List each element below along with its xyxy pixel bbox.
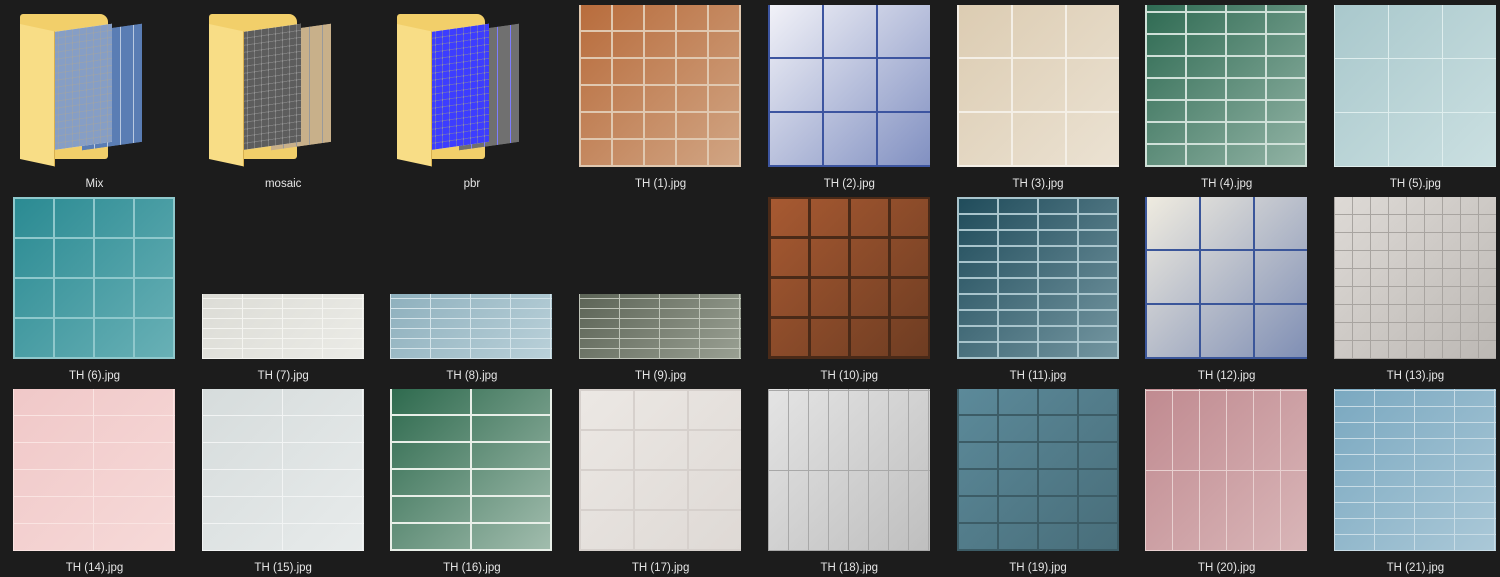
file-name-label: TH (3).jpg xyxy=(1012,178,1064,190)
file-item[interactable]: TH (1).jpg xyxy=(566,0,755,192)
file-item[interactable]: TH (7).jpg xyxy=(189,192,378,384)
file-name-label: TH (21).jpg xyxy=(1386,562,1445,574)
file-name-label: pbr xyxy=(463,178,481,190)
image-thumbnail xyxy=(13,197,175,359)
file-name-label: Mix xyxy=(85,178,104,190)
file-name-label: TH (7).jpg xyxy=(257,370,309,382)
file-item[interactable]: TH (10).jpg xyxy=(755,192,944,384)
file-item[interactable]: TH (13).jpg xyxy=(1321,192,1500,384)
image-thumbnail xyxy=(390,294,553,359)
file-item[interactable]: TH (19).jpg xyxy=(944,384,1133,576)
file-name-label: TH (18).jpg xyxy=(820,562,879,574)
file-item[interactable]: TH (8).jpg xyxy=(377,192,566,384)
image-thumbnail xyxy=(579,389,742,551)
image-thumbnail xyxy=(1145,197,1308,359)
file-name-label: TH (6).jpg xyxy=(68,370,121,382)
image-thumbnail xyxy=(767,389,930,551)
image-thumbnail xyxy=(13,389,175,551)
file-item[interactable]: TH (4).jpg xyxy=(1132,0,1321,192)
image-thumbnail xyxy=(767,5,930,167)
file-item[interactable]: TH (2).jpg xyxy=(755,0,944,192)
file-item[interactable]: TH (6).jpg xyxy=(0,192,189,384)
file-item[interactable]: TH (21).jpg xyxy=(1321,384,1500,576)
file-item[interactable]: TH (3).jpg xyxy=(944,0,1133,192)
image-thumbnail xyxy=(1145,5,1308,167)
file-item[interactable]: TH (14).jpg xyxy=(0,384,189,576)
image-thumbnail xyxy=(201,294,364,359)
file-item[interactable]: TH (5).jpg xyxy=(1321,0,1500,192)
file-item[interactable]: TH (15).jpg xyxy=(189,384,378,576)
file-name-label: TH (19).jpg xyxy=(1009,562,1067,574)
image-thumbnail xyxy=(1333,5,1496,167)
image-thumbnail xyxy=(767,197,930,359)
file-name-label: TH (2).jpg xyxy=(823,178,875,190)
file-name-label: TH (16).jpg xyxy=(443,562,501,574)
file-name-label: TH (13).jpg xyxy=(1386,370,1445,382)
file-name-label: TH (11).jpg xyxy=(1009,370,1067,382)
file-name-label: TH (8).jpg xyxy=(446,370,498,382)
folder-item[interactable]: Mix xyxy=(0,0,189,192)
folder-item[interactable]: pbr xyxy=(377,0,566,192)
image-thumbnail xyxy=(579,294,742,359)
image-thumbnail xyxy=(201,389,364,551)
folder-icon xyxy=(20,14,150,167)
folder-item[interactable]: mosaic xyxy=(189,0,378,192)
file-name-label: TH (9).jpg xyxy=(635,370,687,382)
file-item[interactable]: TH (9).jpg xyxy=(566,192,755,384)
image-thumbnail xyxy=(956,197,1119,359)
file-item[interactable]: TH (17).jpg xyxy=(566,384,755,576)
file-item[interactable]: TH (18).jpg xyxy=(755,384,944,576)
image-thumbnail xyxy=(579,5,742,167)
file-name-label: TH (5).jpg xyxy=(1389,178,1441,190)
file-item[interactable]: TH (11).jpg xyxy=(944,192,1133,384)
image-thumbnail xyxy=(390,389,553,551)
image-thumbnail xyxy=(956,5,1119,167)
file-name-label: mosaic xyxy=(264,178,302,190)
file-item[interactable]: TH (16).jpg xyxy=(377,384,566,576)
image-thumbnail xyxy=(1333,389,1496,551)
file-name-label: TH (20).jpg xyxy=(1197,562,1256,574)
file-name-label: TH (4).jpg xyxy=(1201,178,1253,190)
file-name-label: TH (12).jpg xyxy=(1197,370,1256,382)
file-name-label: TH (14).jpg xyxy=(65,562,124,574)
file-name-label: TH (15).jpg xyxy=(254,562,312,574)
folder-icon xyxy=(208,14,339,167)
file-name-label: TH (10).jpg xyxy=(820,370,879,382)
image-thumbnail xyxy=(956,389,1119,551)
folder-icon xyxy=(397,14,527,167)
file-name-label: TH (17).jpg xyxy=(631,562,690,574)
file-name-label: TH (1).jpg xyxy=(635,178,687,190)
image-thumbnail xyxy=(1145,389,1308,551)
image-thumbnail xyxy=(1333,197,1496,359)
file-item[interactable]: TH (20).jpg xyxy=(1132,384,1321,576)
file-item[interactable]: TH (12).jpg xyxy=(1132,192,1321,384)
